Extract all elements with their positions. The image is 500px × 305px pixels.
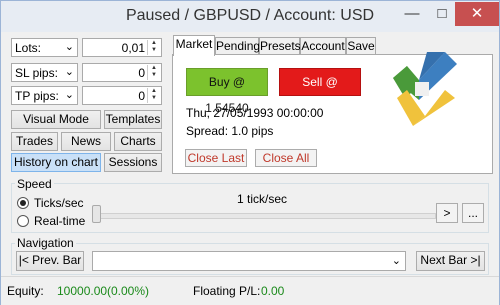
chevron-down-icon: ⌄ (391, 255, 401, 267)
speed-slider-thumb[interactable] (92, 205, 101, 223)
tab-market[interactable]: Market (173, 35, 215, 56)
ticks-radio[interactable] (17, 197, 29, 209)
sl-value: 0 (138, 66, 145, 80)
templates-button[interactable]: Templates (104, 110, 162, 129)
floating-pl-label: Floating P/L: (193, 284, 261, 298)
charts-button[interactable]: Charts (114, 132, 162, 151)
tab-presets[interactable]: Presets (259, 37, 301, 55)
lots-input[interactable]: 0,01 ▲ ▼ (82, 38, 162, 57)
chevron-down-icon: ⌄ (64, 41, 74, 53)
maximize-icon[interactable]: □ (427, 2, 457, 26)
equity-value: 10000.00 (57, 284, 108, 298)
equity-label: Equity: (7, 284, 44, 298)
tp-label: TP pips: (15, 89, 59, 103)
sl-type-select[interactable]: SL pips: ⌄ (11, 63, 78, 82)
tab-pending[interactable]: Pending (215, 37, 260, 55)
tab-save[interactable]: Save (346, 37, 376, 55)
news-button[interactable]: News (61, 132, 111, 151)
chevron-down-icon: ⌄ (64, 89, 74, 101)
sessions-button[interactable]: Sessions (104, 153, 162, 172)
floating-pl-value: 0.00 (261, 284, 285, 298)
chevron-down-icon: ⌄ (64, 66, 74, 78)
speed-title: Speed (15, 177, 54, 191)
more-options-button[interactable]: ... (462, 203, 484, 223)
buy-button[interactable]: Buy @ 1.54540 (186, 68, 268, 115)
close-icon[interactable]: ✕ (455, 2, 499, 26)
lots-type-select[interactable]: Lots: ⌄ (11, 38, 78, 57)
tp-type-select[interactable]: TP pips: ⌄ (11, 86, 78, 105)
visual-mode-button[interactable]: Visual Mode (11, 110, 101, 129)
tp-value: 0 (138, 89, 145, 103)
trades-button[interactable]: Trades (11, 132, 58, 151)
title-bar: Paused / GBPUSD / Account: USD — □ ✕ (1, 1, 499, 32)
tp-input[interactable]: 0 ▲ ▼ (82, 86, 162, 105)
simulator-window: Paused / GBPUSD / Account: USD — □ ✕ Lot… (0, 0, 500, 305)
realtime-radio[interactable] (17, 215, 29, 227)
lots-spinner[interactable]: ▲ ▼ (147, 40, 160, 55)
realtime-label: Real-time (34, 214, 86, 228)
speed-rate-text: 1 tick/sec (237, 192, 288, 206)
history-on-chart-button[interactable]: History on chart (11, 153, 101, 172)
close-last-button[interactable]: Close Last (185, 149, 247, 167)
speed-slider-track[interactable] (94, 213, 436, 219)
sl-input[interactable]: 0 ▲ ▼ (82, 63, 162, 82)
play-button[interactable]: > (436, 203, 458, 223)
brand-logo (393, 52, 457, 126)
status-bar: Equity: 10000.00 (0.00%) Floating P/L: 0… (1, 276, 499, 305)
minimize-icon[interactable]: — (397, 2, 427, 26)
close-all-button[interactable]: Close All (255, 149, 317, 167)
lots-label: Lots: (15, 41, 42, 55)
sl-label: SL pips: (15, 66, 58, 80)
tp-spinner[interactable]: ▲ ▼ (147, 88, 160, 103)
sl-spinner[interactable]: ▲ ▼ (147, 65, 160, 80)
prev-bar-button[interactable]: |< Prev. Bar (16, 251, 84, 271)
client-area: Lots: ⌄ 0,01 ▲ ▼ SL pips: ⌄ 0 ▲ ▼ TP pips:… (9, 32, 493, 296)
equity-percent: (0.00%) (107, 284, 150, 298)
navigation-title: Navigation (15, 236, 76, 250)
ticks-label: Ticks/sec (34, 196, 84, 210)
tab-account[interactable]: Account (300, 37, 346, 55)
lots-value: 0,01 (121, 41, 145, 55)
bar-select[interactable]: ⌄ (92, 251, 406, 271)
next-bar-button[interactable]: Next Bar >| (416, 251, 485, 271)
spread-text: Spread: 1.0 pips (186, 124, 274, 138)
datetime-text: Thu, 27/05/1993 00:00:00 (186, 106, 324, 120)
sell-button[interactable]: Sell @ 1.54530 (279, 68, 361, 115)
